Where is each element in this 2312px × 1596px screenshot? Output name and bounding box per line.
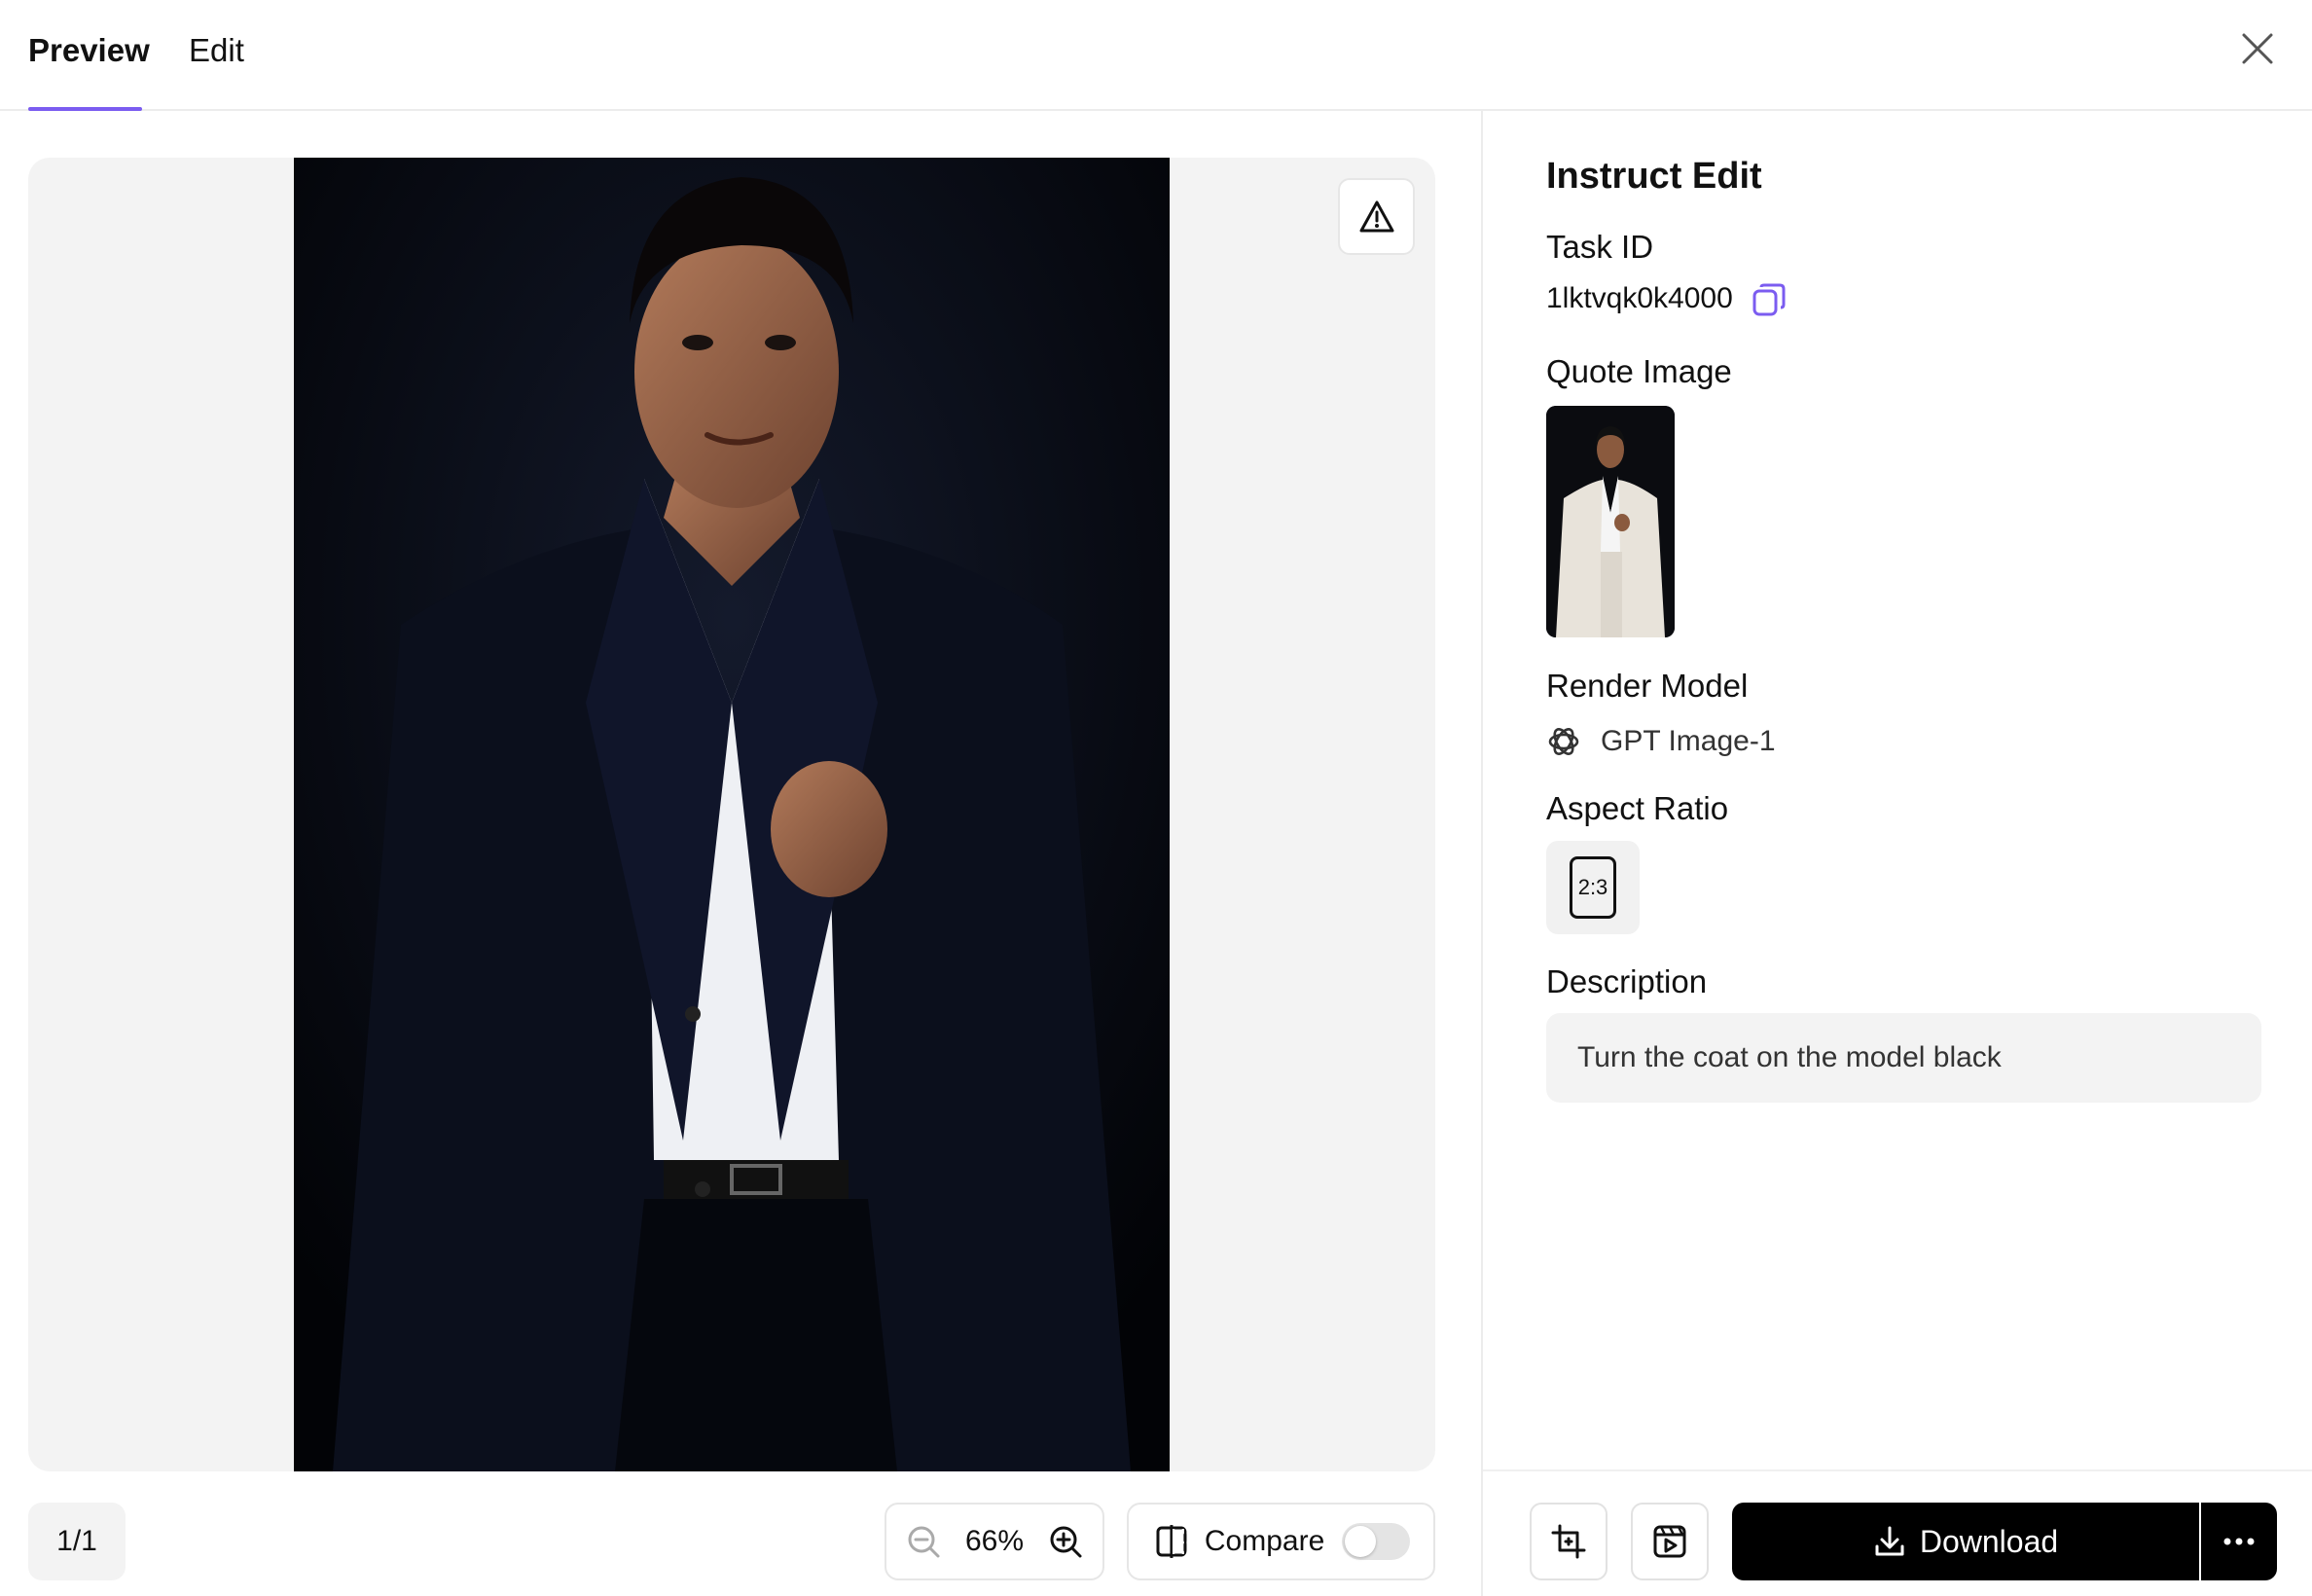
description-label: Description: [1546, 963, 1708, 999]
more-icon: [2223, 1538, 2255, 1545]
actions-separator: [1483, 1469, 2312, 1471]
panel-divider: [1481, 111, 1483, 1596]
zoom-out-icon[interactable]: [906, 1524, 941, 1559]
openai-icon: [1548, 728, 1579, 755]
download-label: Download: [1919, 1523, 2059, 1559]
compare-toggle[interactable]: [1342, 1523, 1410, 1560]
report-button[interactable]: [1338, 178, 1415, 255]
video-button[interactable]: [1631, 1503, 1709, 1580]
task-id-value: 1lktvqk0k4000: [1546, 282, 1733, 314]
toggle-knob: [1345, 1526, 1377, 1557]
compare-control[interactable]: Compare: [1127, 1503, 1435, 1580]
render-model-name: GPT Image-1: [1601, 725, 1776, 757]
copy-task-id-button[interactable]: [1752, 282, 1787, 317]
zoom-control: 66%: [885, 1503, 1104, 1580]
panel-title: Instruct Edit: [1546, 156, 1762, 197]
close-button[interactable]: [2238, 29, 2277, 68]
more-options-button[interactable]: [2201, 1503, 2277, 1580]
video-icon: [1653, 1525, 1686, 1558]
zoom-level: 66%: [964, 1525, 1025, 1557]
close-icon: [2242, 33, 2273, 64]
preview-image: [294, 158, 1170, 1471]
header: Preview Edit: [0, 0, 2312, 111]
task-id-label: Task ID: [1546, 229, 1654, 265]
render-model-label: Render Model: [1546, 668, 1749, 704]
quote-image-thumbnail[interactable]: [1546, 406, 1675, 637]
render-model-row: GPT Image-1: [1546, 722, 1776, 761]
zoom-in-icon[interactable]: [1048, 1524, 1083, 1559]
compare-label: Compare: [1204, 1525, 1325, 1557]
warning-icon: [1359, 200, 1393, 232]
download-button[interactable]: Download: [1732, 1503, 2199, 1580]
tab-preview[interactable]: Preview: [28, 27, 150, 74]
tab-edit[interactable]: Edit: [189, 27, 244, 74]
copy-icon: [1752, 283, 1786, 316]
crop-button[interactable]: [1530, 1503, 1608, 1580]
page-indicator: 1/1: [28, 1503, 126, 1580]
description-text: Turn the coat on the model black: [1546, 1013, 2261, 1103]
aspect-ratio-value: 2:3: [1570, 856, 1616, 919]
active-tab-indicator: [28, 107, 142, 111]
compare-icon: [1156, 1525, 1187, 1558]
preview-canvas: [28, 158, 1435, 1471]
quote-image-label: Quote Image: [1546, 353, 1732, 389]
aspect-ratio-label: Aspect Ratio: [1546, 790, 1729, 826]
aspect-ratio-option[interactable]: 2:3: [1546, 841, 1640, 934]
crop-icon: [1551, 1524, 1586, 1559]
download-icon: [1875, 1526, 1904, 1556]
